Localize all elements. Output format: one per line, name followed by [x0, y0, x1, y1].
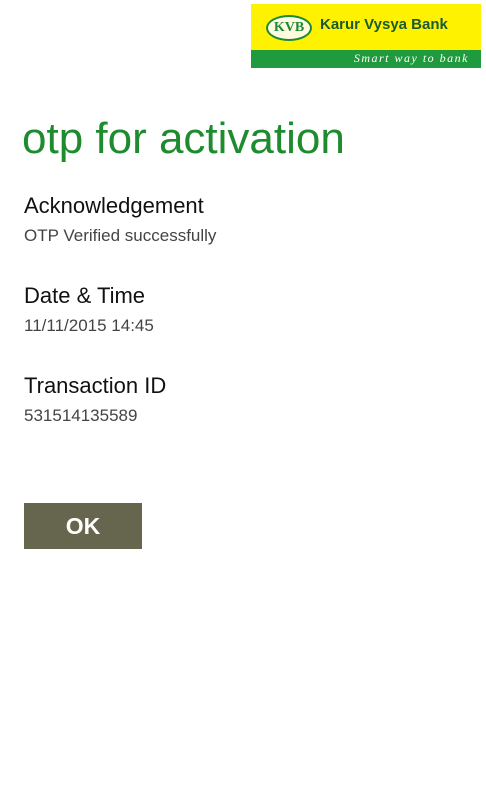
kvb-badge: KVB: [266, 15, 312, 41]
logo-tagline-strip: Smart way to bank: [251, 50, 481, 68]
transaction-id-label: Transaction ID: [24, 373, 167, 398]
bank-tagline: Smart way to bank: [353, 51, 469, 65]
page-title: otp for activation: [22, 114, 345, 163]
ok-button[interactable]: OK: [24, 503, 142, 549]
bank-name: Karur Vysya Bank: [320, 16, 448, 33]
date-time-label: Date & Time: [24, 283, 146, 308]
logo-banner: KVB Karur Vysya Bank: [251, 4, 481, 50]
acknowledgement-label: Acknowledgement: [24, 193, 204, 218]
bank-logo: KVB Karur Vysya Bank Smart way to bank: [251, 4, 481, 68]
transaction-id-value: 531514135589: [24, 406, 138, 425]
acknowledgement-value: OTP Verified successfully: [24, 226, 217, 245]
date-time-value: 11/11/2015 14:45: [24, 316, 154, 335]
